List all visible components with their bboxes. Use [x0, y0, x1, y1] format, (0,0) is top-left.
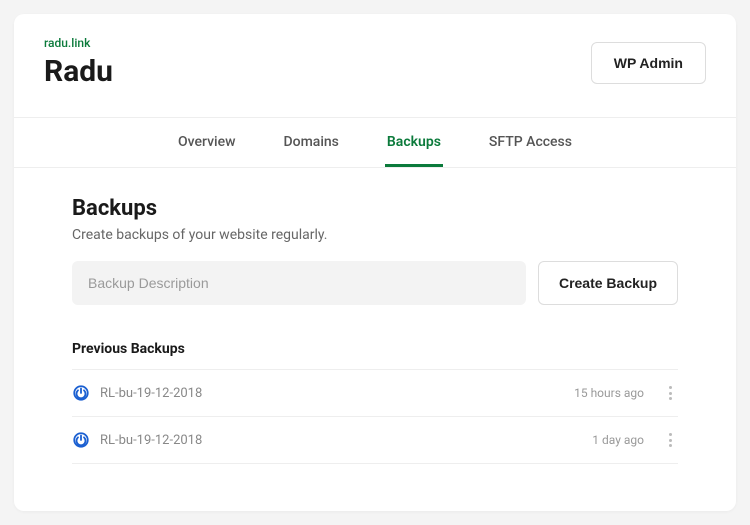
previous-backups-title: Previous Backups [72, 341, 678, 357]
backup-name[interactable]: RL-bu-19-12-2018 [100, 433, 582, 448]
section-subtitle: Create backups of your website regularly… [72, 227, 678, 243]
backup-time: 1 day ago [592, 433, 644, 447]
site-domain: radu.link [44, 36, 113, 50]
tab-bar: Overview Domains Backups SFTP Access [14, 118, 736, 168]
wp-admin-button[interactable]: WP Admin [591, 42, 706, 84]
backup-time: 15 hours ago [574, 386, 644, 400]
power-icon [72, 384, 90, 402]
tab-backups[interactable]: Backups [385, 118, 443, 167]
site-info: radu.link Radu [44, 36, 113, 89]
create-backup-button[interactable]: Create Backup [538, 261, 678, 305]
tab-overview[interactable]: Overview [176, 118, 237, 167]
backup-row: RL-bu-19-12-2018 1 day ago [72, 416, 678, 464]
site-panel: radu.link Radu WP Admin Overview Domains… [14, 14, 736, 511]
create-backup-row: Create Backup [72, 261, 678, 305]
power-icon [72, 431, 90, 449]
kebab-menu-button[interactable] [662, 429, 678, 451]
panel-header: radu.link Radu WP Admin [14, 14, 736, 118]
backup-row: RL-bu-19-12-2018 15 hours ago [72, 369, 678, 416]
backups-section: Backups Create backups of your website r… [14, 168, 736, 511]
backup-name[interactable]: RL-bu-19-12-2018 [100, 386, 564, 401]
site-name: Radu [44, 54, 113, 89]
section-title: Backups [72, 196, 678, 221]
tab-sftp-access[interactable]: SFTP Access [487, 118, 574, 167]
tab-domains[interactable]: Domains [282, 118, 341, 167]
backup-description-input[interactable] [72, 261, 526, 305]
kebab-menu-button[interactable] [662, 382, 678, 404]
